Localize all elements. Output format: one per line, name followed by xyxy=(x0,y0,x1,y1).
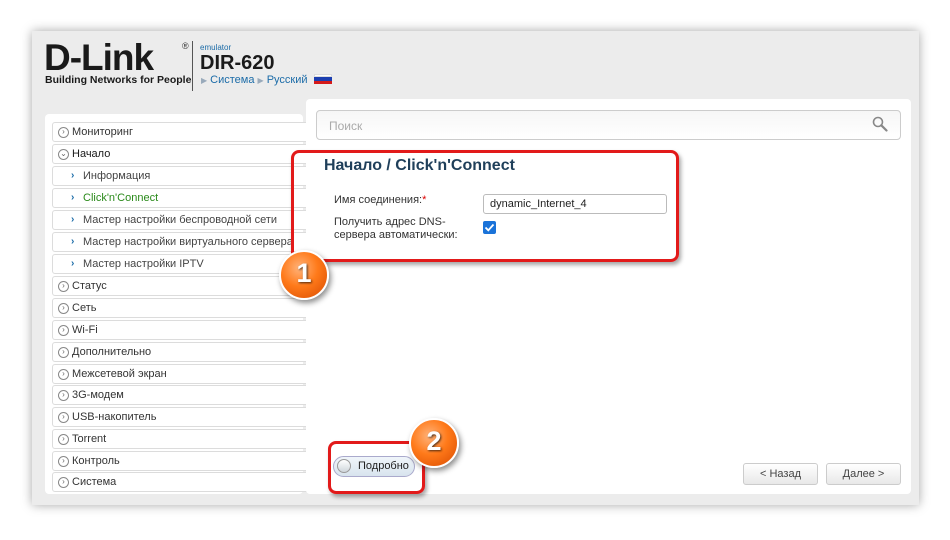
sidebar-item[interactable]: › Click'n'Connect xyxy=(52,188,312,208)
sidebar-item[interactable]: › Torrent xyxy=(52,429,312,449)
language-menu-link[interactable]: Русский xyxy=(267,74,308,86)
annotation-frame-1 xyxy=(291,150,679,262)
chevron-right-icon: › xyxy=(71,236,75,247)
chevron-right-circle-icon: › xyxy=(58,347,69,358)
sidebar-item[interactable]: › Сеть xyxy=(52,298,312,318)
sidebar-item-label: Межсетевой экран xyxy=(72,368,167,380)
sidebar-item[interactable]: › Межсетевой экран xyxy=(52,364,312,384)
chevron-right-circle-icon: › xyxy=(58,127,69,138)
logo-tagline: Building Networks for People xyxy=(45,74,192,86)
sidebar-item[interactable]: › 3G-модем xyxy=(52,385,312,405)
sidebar-item[interactable]: › Мониторинг xyxy=(52,122,312,142)
system-menu-link[interactable]: Система xyxy=(210,74,254,86)
sidebar-item-label: Мастер настройки беспроводной сети xyxy=(83,214,278,226)
chevron-right-circle-icon: › xyxy=(58,434,69,445)
sidebar-item-label: Мониторинг xyxy=(72,126,134,138)
sidebar-item-label: Система xyxy=(72,476,117,488)
sidebar-item-label: Дополнительно xyxy=(72,346,152,358)
search-icon[interactable] xyxy=(872,116,888,132)
model-name: DIR-620 xyxy=(200,52,275,74)
chevron-right-circle-icon: › xyxy=(58,303,69,314)
sidebar-item-label: Начало xyxy=(72,148,111,160)
sidebar-item[interactable]: › Система xyxy=(52,472,312,492)
chevron-down-circle-icon: ⌄ xyxy=(58,149,69,160)
sidebar-item[interactable]: › Мастер настройки IPTV xyxy=(52,254,312,274)
sidebar-item-label: Информация xyxy=(83,170,151,182)
chevron-right-icon: › xyxy=(71,192,75,203)
chevron-right-circle-icon: › xyxy=(58,369,69,380)
sidebar-item-label: Click'n'Connect xyxy=(83,192,159,204)
sidebar-item[interactable]: ⌄ Начало xyxy=(52,144,312,164)
search-input[interactable]: Поиск xyxy=(316,110,901,140)
sidebar-item[interactable]: › Мастер настройки беспроводной сети xyxy=(52,210,312,230)
sidebar-item-label: 3G-модем xyxy=(72,389,124,401)
sidebar-item[interactable]: › USB-накопитель xyxy=(52,407,312,427)
sidebar-menu: › Мониторинг ⌄ Начало › Информация › Click'n'Co… xyxy=(45,114,312,494)
annotation-badge-1: 1 xyxy=(279,250,329,300)
sidebar-item-label: Torrent xyxy=(72,433,107,445)
sidebar-item[interactable]: › Дополнительно xyxy=(52,342,312,362)
sidebar-item-label: Сеть xyxy=(72,302,97,314)
logo-registered-mark: ® xyxy=(182,41,189,51)
annotation-number: 1 xyxy=(296,258,312,288)
chevron-right-icon: › xyxy=(71,170,75,181)
next-button[interactable]: Далее > xyxy=(826,463,901,485)
arrow-right-icon: ▶ xyxy=(257,76,264,85)
emulator-label: emulator xyxy=(200,43,232,52)
chevron-right-circle-icon: › xyxy=(58,281,69,292)
chevron-right-circle-icon: › xyxy=(58,325,69,336)
sidebar-item[interactable]: › Статус xyxy=(52,276,312,296)
sidebar-item-label: Статус xyxy=(72,280,107,292)
chevron-right-circle-icon: › xyxy=(58,390,69,401)
header: D-Link ® Building Networks for People em… xyxy=(32,31,919,99)
sidebar-item-label: Контроль xyxy=(72,455,120,467)
sidebar-item-label: Мастер настройки виртуального сервера xyxy=(83,236,293,248)
back-button[interactable]: < Назад xyxy=(743,463,818,485)
sidebar-item[interactable]: › Информация xyxy=(52,166,312,186)
dlink-logo: D-Link ® Building Networks for People xyxy=(44,39,194,93)
arrow-right-icon: ▶ xyxy=(201,76,208,85)
sidebar-item-label: Мастер настройки IPTV xyxy=(83,258,204,270)
russian-flag-icon[interactable] xyxy=(313,74,332,84)
chevron-right-icon: › xyxy=(71,214,75,225)
sidebar-item[interactable]: › Мастер настройки виртуального сервера xyxy=(52,232,312,252)
router-web-interface: D-Link ® Building Networks for People em… xyxy=(32,31,919,505)
annotation-number: 2 xyxy=(426,426,442,456)
chevron-right-icon: › xyxy=(71,258,75,269)
header-nav: ▶ Система ▶ Русский xyxy=(201,74,332,86)
chevron-right-circle-icon: › xyxy=(58,477,69,488)
sidebar-item-label: Wi-Fi xyxy=(72,324,98,336)
chevron-right-circle-icon: › xyxy=(58,412,69,423)
header-divider xyxy=(192,41,193,91)
sidebar-item-label: USB-накопитель xyxy=(72,411,157,423)
logo-text: D-Link xyxy=(44,37,154,78)
sidebar-item[interactable]: › Wi-Fi xyxy=(52,320,312,340)
search-placeholder: Поиск xyxy=(329,119,363,133)
chevron-right-circle-icon: › xyxy=(58,456,69,467)
annotation-badge-2: 2 xyxy=(409,418,459,468)
sidebar-item[interactable]: › Контроль xyxy=(52,451,312,471)
